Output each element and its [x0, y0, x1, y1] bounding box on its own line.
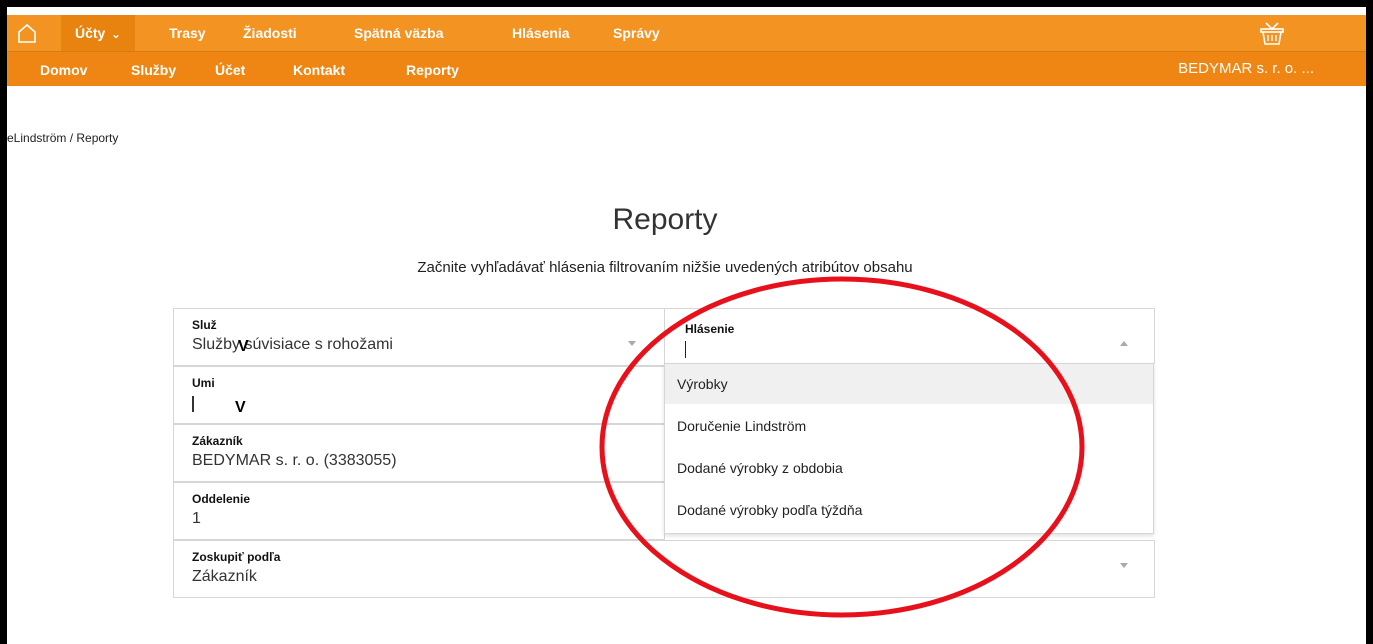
chevron-down-icon [1120, 563, 1128, 568]
topnav-item-trasy[interactable]: Trasy [155, 15, 220, 51]
topnav-item-spatna-vazba[interactable]: Spätná väzba [340, 15, 457, 51]
top-nav: Účty ⌄ Trasy Žiadosti Spätná väzba Hlásen… [7, 15, 1366, 52]
zakaznik-label: Zákazník [192, 434, 243, 448]
breadcrumb: eLindström / Reporty [7, 131, 119, 145]
page-title: Reporty [612, 203, 718, 236]
basket-icon[interactable] [1257, 21, 1287, 47]
subnav-item-reporty[interactable]: Reporty [406, 52, 459, 86]
umiestnenie-label: Umi [192, 376, 215, 390]
zakaznik-value: BEDYMAR s. r. o. (3383055) [192, 452, 397, 469]
oddelenie-label: Oddelenie [192, 492, 251, 506]
home-button[interactable] [7, 15, 47, 51]
topnav-item-spravy[interactable]: Správy [599, 15, 674, 51]
redaction-mask [208, 513, 404, 539]
subnav-item-kontakt[interactable]: Kontakt [293, 52, 345, 86]
subnav-item-ucet[interactable]: Účet [215, 52, 245, 86]
chevron-up-icon [1120, 341, 1128, 346]
redaction-mask [220, 373, 440, 419]
zoskupit-label: Zoskupiť podľa [192, 550, 281, 564]
topnav-item-ucty[interactable]: Účty ⌄ [61, 15, 135, 51]
oddelenie-value: 1 [192, 510, 201, 527]
app-frame: Účty ⌄ Trasy Žiadosti Spätná väzba Hlásen… [7, 7, 1366, 644]
sub-nav: Domov Služby Účet Kontakt Reporty BEDYMA… [7, 52, 1366, 86]
subnav-item-sluzby[interactable]: Služby [131, 52, 176, 86]
annotation-ellipse [599, 276, 1085, 618]
subnav-item-domov[interactable]: Domov [40, 52, 87, 86]
topnav-item-hlasenia[interactable]: Hlásenia [498, 15, 584, 51]
sluzby-overlay-mark: V [238, 338, 249, 355]
company-name[interactable]: BEDYMAR s. r. o. ... [1178, 52, 1314, 86]
redaction-mask [226, 315, 476, 333]
umiestnenie-overlay-mark: V [235, 399, 246, 416]
sluzby-label: Služ [192, 318, 217, 332]
zoskupit-value: Zákazník [192, 568, 257, 585]
sluzby-value: Služby súvisiace s rohožami [192, 336, 393, 353]
chevron-down-icon: ⌄ [111, 29, 121, 41]
home-icon [18, 23, 36, 43]
umiestnenie-fragment [192, 396, 194, 412]
topnav-item-ziadosti[interactable]: Žiadosti [229, 15, 311, 51]
